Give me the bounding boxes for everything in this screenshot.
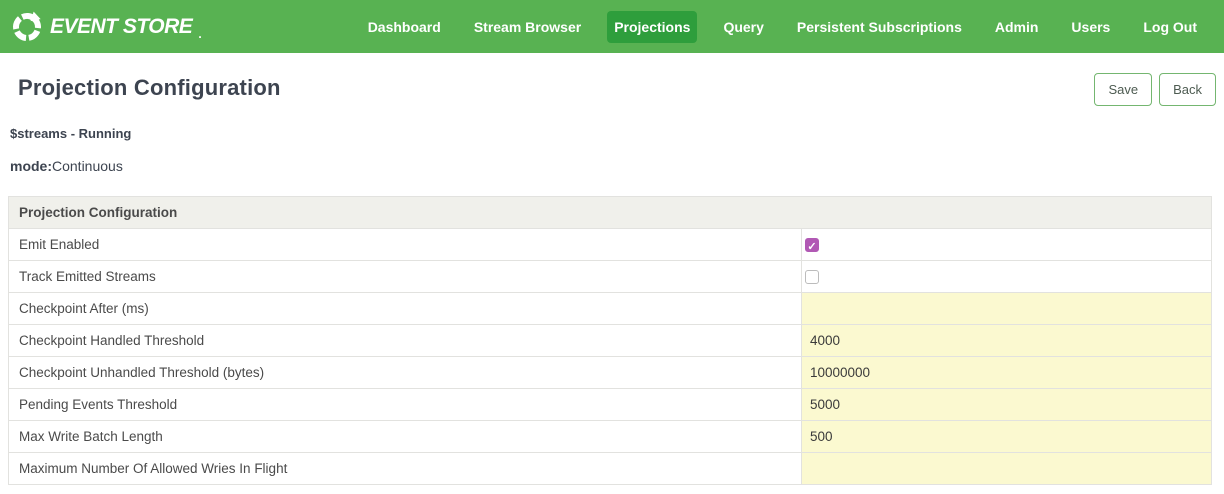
checkpoint-after-ms-input[interactable] [802,293,1211,324]
row-label-emit-enabled: Emit Enabled [9,229,802,261]
main-content: Projection Configuration Save Back $stre… [0,53,1224,485]
table-header-row: Projection Configuration [9,197,1212,229]
projection-mode: mode:Continuous [10,158,1224,174]
checkpoint-handled-threshold-input[interactable] [802,325,1211,356]
table-row: Checkpoint Handled Threshold [9,325,1212,357]
row-label-max-write-batch-length: Max Write Batch Length [9,421,802,453]
nav-item-projections[interactable]: Projections [607,11,697,43]
track-emitted-streams-checkbox[interactable] [805,270,819,284]
row-value-cell [802,261,1212,293]
row-value-cell: ✓ [802,229,1212,261]
nav-item-dashboard[interactable]: Dashboard [361,11,448,43]
mode-label: mode: [10,158,52,174]
row-value-cell [802,389,1212,421]
row-value-cell [802,453,1212,485]
nav-item-persistent-subscriptions[interactable]: Persistent Subscriptions [790,11,969,43]
check-icon: ✓ [807,241,816,253]
table-row: Maximum Number Of Allowed Wries In Fligh… [9,453,1212,485]
row-label-checkpoint-unhandled-threshold-bytes: Checkpoint Unhandled Threshold (bytes) [9,357,802,389]
top-navbar: EVENT STORE . Dashboard Stream Browser Pro… [0,0,1224,53]
table-row: Pending Events Threshold [9,389,1212,421]
row-value-cell [802,357,1212,389]
maximum-number-of-allowed-wries-in-flight-input[interactable] [802,453,1211,484]
table-row: Checkpoint Unhandled Threshold (bytes) [9,357,1212,389]
nav-item-users[interactable]: Users [1064,11,1117,43]
table-row: Max Write Batch Length [9,421,1212,453]
nav-item-log-out[interactable]: Log Out [1136,11,1204,43]
row-value-cell [802,293,1212,325]
brand-suffix: . [198,27,201,41]
brand-logo[interactable]: EVENT STORE . [10,10,202,44]
nav-item-query[interactable]: Query [716,11,770,43]
page-title: Projection Configuration [18,75,281,101]
row-label-pending-events-threshold: Pending Events Threshold [9,389,802,421]
checkpoint-unhandled-threshold-bytes-input[interactable] [802,357,1211,388]
nav-item-admin[interactable]: Admin [988,11,1046,43]
table-row: Track Emitted Streams [9,261,1212,293]
back-button[interactable]: Back [1159,73,1216,106]
row-label-checkpoint-handled-threshold: Checkpoint Handled Threshold [9,325,802,357]
save-button[interactable]: Save [1094,73,1152,106]
pending-events-threshold-input[interactable] [802,389,1211,420]
mode-value: Continuous [52,158,123,174]
max-write-batch-length-input[interactable] [802,421,1211,452]
nav-item-stream-browser[interactable]: Stream Browser [467,11,588,43]
row-value-cell [802,421,1212,453]
config-table: Projection Configuration Emit Enabled ✓ Tr… [8,196,1212,485]
table-row: Emit Enabled ✓ [9,229,1212,261]
row-label-maximum-number-of-allowed-wries-in-flight: Maximum Number Of Allowed Wries In Fligh… [9,453,802,485]
header-buttons: Save Back [1094,73,1216,106]
event-store-logo-icon [10,10,44,44]
row-value-cell [802,325,1212,357]
row-label-checkpoint-after-ms: Checkpoint After (ms) [9,293,802,325]
table-row: Checkpoint After (ms) [9,293,1212,325]
table-header: Projection Configuration [9,197,1212,229]
row-label-track-emitted-streams: Track Emitted Streams [9,261,802,293]
emit-enabled-checkbox[interactable]: ✓ [805,238,819,252]
projection-status: $streams - Running [10,126,1224,141]
page-header: Projection Configuration Save Back [0,53,1224,106]
nav-items: Dashboard Stream Browser Projections Query P… [342,11,1204,43]
brand-name: EVENT STORE [50,15,192,39]
